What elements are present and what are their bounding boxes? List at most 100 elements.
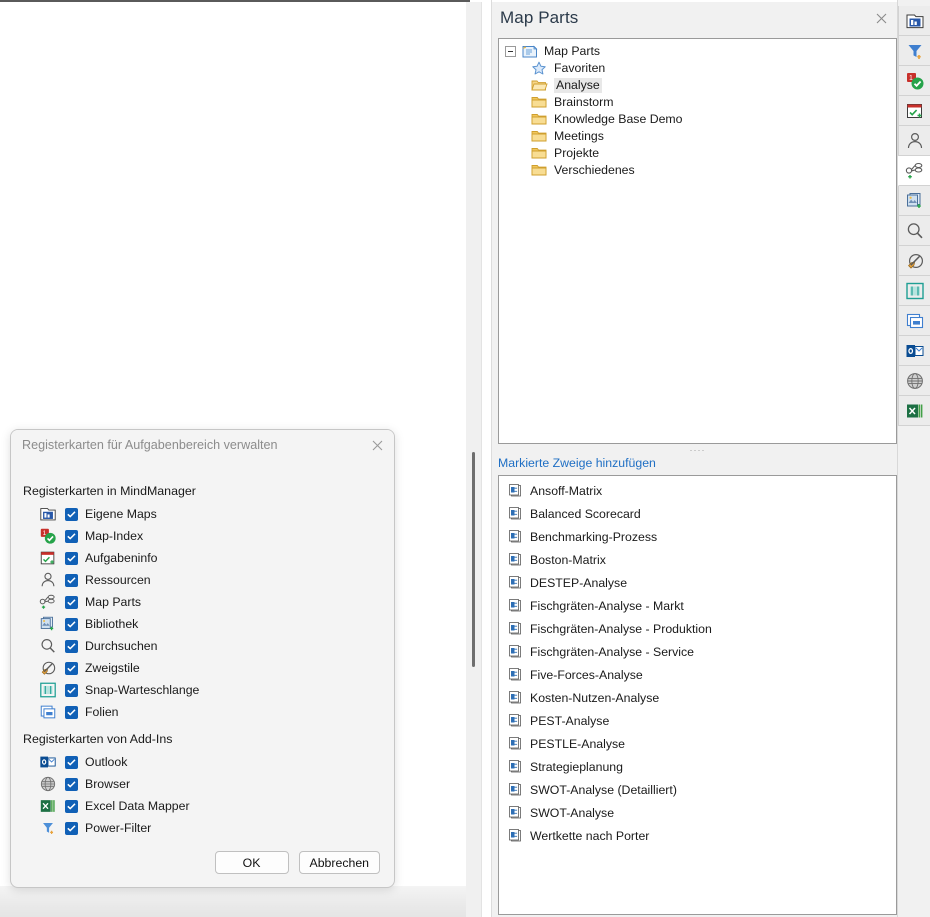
checkbox[interactable] xyxy=(65,799,78,813)
checkbox[interactable] xyxy=(65,755,78,769)
checkbox[interactable] xyxy=(65,573,78,587)
list-item[interactable]: Balanced Scorecard xyxy=(499,502,896,525)
cancel-button[interactable]: Abbrechen xyxy=(298,851,380,874)
sidebar-item-map-parts[interactable] xyxy=(898,156,930,186)
checkbox[interactable] xyxy=(65,683,78,697)
sidebar-item-zweigstile[interactable] xyxy=(898,246,930,276)
sidebar-item-durchsuchen[interactable] xyxy=(898,216,930,246)
my-maps-icon xyxy=(39,505,57,523)
sidebar-item-map-index[interactable]: 1 xyxy=(898,66,930,96)
option-row-bibliothek[interactable]: Bibliothek xyxy=(11,613,394,635)
map-part-icon xyxy=(507,598,523,614)
add-marked-branches-link[interactable]: Markierte Zweige hinzufügen xyxy=(498,455,897,472)
close-icon[interactable] xyxy=(873,10,889,26)
tree-item-projekte[interactable]: Projekte xyxy=(499,145,896,162)
option-row-outlook[interactable]: Outlook xyxy=(11,751,394,773)
list-item-label: Fischgräten-Analyse - Service xyxy=(530,644,695,659)
tree-item-verschiedenes[interactable]: Verschiedenes xyxy=(499,162,896,179)
tree-item-brainstorm[interactable]: Brainstorm xyxy=(499,94,896,111)
tree-item-favoriten[interactable]: Favoriten xyxy=(499,60,896,77)
person-icon xyxy=(39,571,57,589)
map-parts-icon xyxy=(905,161,925,181)
checkbox[interactable] xyxy=(65,507,78,521)
tree-item-label: Knowledge Base Demo xyxy=(554,112,683,126)
tree-item-analyse[interactable]: Analyse xyxy=(499,77,896,94)
map-parts-root-icon xyxy=(521,44,539,59)
sidebar-item-snap-warteschlange[interactable] xyxy=(898,276,930,306)
option-row-zweigstile[interactable]: Zweigstile xyxy=(11,657,394,679)
option-row-aufgabeninfo[interactable]: Aufgabeninfo xyxy=(11,547,394,569)
option-row-snap-warteschlange[interactable]: Snap-Warteschlange xyxy=(11,679,394,701)
list-item[interactable]: Wertkette nach Porter xyxy=(499,824,896,847)
tree-root-row[interactable]: Map Parts xyxy=(499,43,896,60)
sidebar-item-ressourcen[interactable] xyxy=(898,126,930,156)
list-item[interactable]: Kosten-Nutzen-Analyse xyxy=(499,686,896,709)
list-item[interactable]: Benchmarking-Prozess xyxy=(499,525,896,548)
option-row-excel-data-mapper[interactable]: Excel Data Mapper xyxy=(11,795,394,817)
option-row-power-filter[interactable]: Power-Filter xyxy=(11,817,394,839)
list-item-label: Fischgräten-Analyse - Produktion xyxy=(530,621,712,636)
option-row-map-index[interactable]: 1 Map-Index xyxy=(11,525,394,547)
brush-circle-icon xyxy=(39,659,57,677)
map-part-icon xyxy=(507,529,523,545)
ok-button[interactable]: OK xyxy=(214,851,289,874)
checkbox[interactable] xyxy=(65,777,78,791)
sidebar-item-aufgabeninfo[interactable] xyxy=(898,96,930,126)
checkbox[interactable] xyxy=(65,705,78,719)
sidebar-item-folien[interactable] xyxy=(898,306,930,336)
list-item[interactable]: Ansoff-Matrix xyxy=(499,479,896,502)
globe-icon xyxy=(905,371,925,391)
checkbox[interactable] xyxy=(65,595,78,609)
option-row-browser[interactable]: Browser xyxy=(11,773,394,795)
sidebar-item-bibliothek[interactable] xyxy=(898,186,930,216)
option-row-folien[interactable]: Folien xyxy=(11,701,394,723)
option-row-eigene-maps[interactable]: Eigene Maps xyxy=(11,503,394,525)
tree-collapse-icon[interactable] xyxy=(505,46,516,57)
list-item[interactable]: Strategieplanung xyxy=(499,755,896,778)
canvas-vertical-scrollbar[interactable] xyxy=(466,2,482,917)
sidebar-item-browser[interactable] xyxy=(898,366,930,396)
checkbox[interactable] xyxy=(65,661,78,675)
excel-icon xyxy=(39,797,57,815)
map-parts-tree[interactable]: Map Parts Favoriten Analyse Brainstorm K… xyxy=(498,38,897,444)
option-row-map-parts[interactable]: Map Parts xyxy=(11,591,394,613)
list-item[interactable]: Fischgräten-Analyse - Service xyxy=(499,640,896,663)
checkbox[interactable] xyxy=(65,617,78,631)
sidebar-item-outlook[interactable] xyxy=(898,336,930,366)
funnel-icon xyxy=(39,819,57,837)
sidebar-item-eigene-maps[interactable] xyxy=(898,6,930,36)
tree-item-meetings[interactable]: Meetings xyxy=(499,128,896,145)
close-icon[interactable] xyxy=(369,437,385,453)
checkbox[interactable] xyxy=(65,551,78,565)
checkbox[interactable] xyxy=(65,529,78,543)
folder-icon xyxy=(531,112,549,127)
checkbox[interactable] xyxy=(65,821,78,835)
section-heading: Registerkarten in MindManager xyxy=(23,484,196,498)
map-part-icon xyxy=(507,575,523,591)
scrollbar-thumb[interactable] xyxy=(472,452,475,667)
option-label: Snap-Warteschlange xyxy=(85,683,200,697)
checkbox[interactable] xyxy=(65,639,78,653)
map-parts-list[interactable]: Ansoff-Matrix Balanced Scorecard Benchma… xyxy=(498,475,897,915)
list-item[interactable]: SWOT-Analyse (Detailliert) xyxy=(499,778,896,801)
list-item[interactable]: Boston-Matrix xyxy=(499,548,896,571)
option-label: Map-Index xyxy=(85,529,144,543)
list-item[interactable]: Five-Forces-Analyse xyxy=(499,663,896,686)
list-item[interactable]: PEST-Analyse xyxy=(499,709,896,732)
option-row-ressourcen[interactable]: Ressourcen xyxy=(11,569,394,591)
canvas-right-edge xyxy=(482,0,492,917)
tree-item-label: Favoriten xyxy=(554,61,606,75)
list-item[interactable]: DESTEP-Analyse xyxy=(499,571,896,594)
option-row-durchsuchen[interactable]: Durchsuchen xyxy=(11,635,394,657)
list-item[interactable]: Fischgräten-Analyse - Produktion xyxy=(499,617,896,640)
task-pane-header: Map Parts xyxy=(492,2,897,34)
list-item-label: SWOT-Analyse xyxy=(530,805,615,820)
option-label: Power-Filter xyxy=(85,821,152,835)
tree-item-knowledge-base-demo[interactable]: Knowledge Base Demo xyxy=(499,111,896,128)
list-item[interactable]: Fischgräten-Analyse - Markt xyxy=(499,594,896,617)
list-item[interactable]: PESTLE-Analyse xyxy=(499,732,896,755)
sidebar-item-power-filter[interactable] xyxy=(898,36,930,66)
section-heading: Registerkarten von Add-Ins xyxy=(23,732,173,746)
list-item[interactable]: SWOT-Analyse xyxy=(499,801,896,824)
sidebar-item-excel-data-mapper[interactable] xyxy=(898,396,930,426)
